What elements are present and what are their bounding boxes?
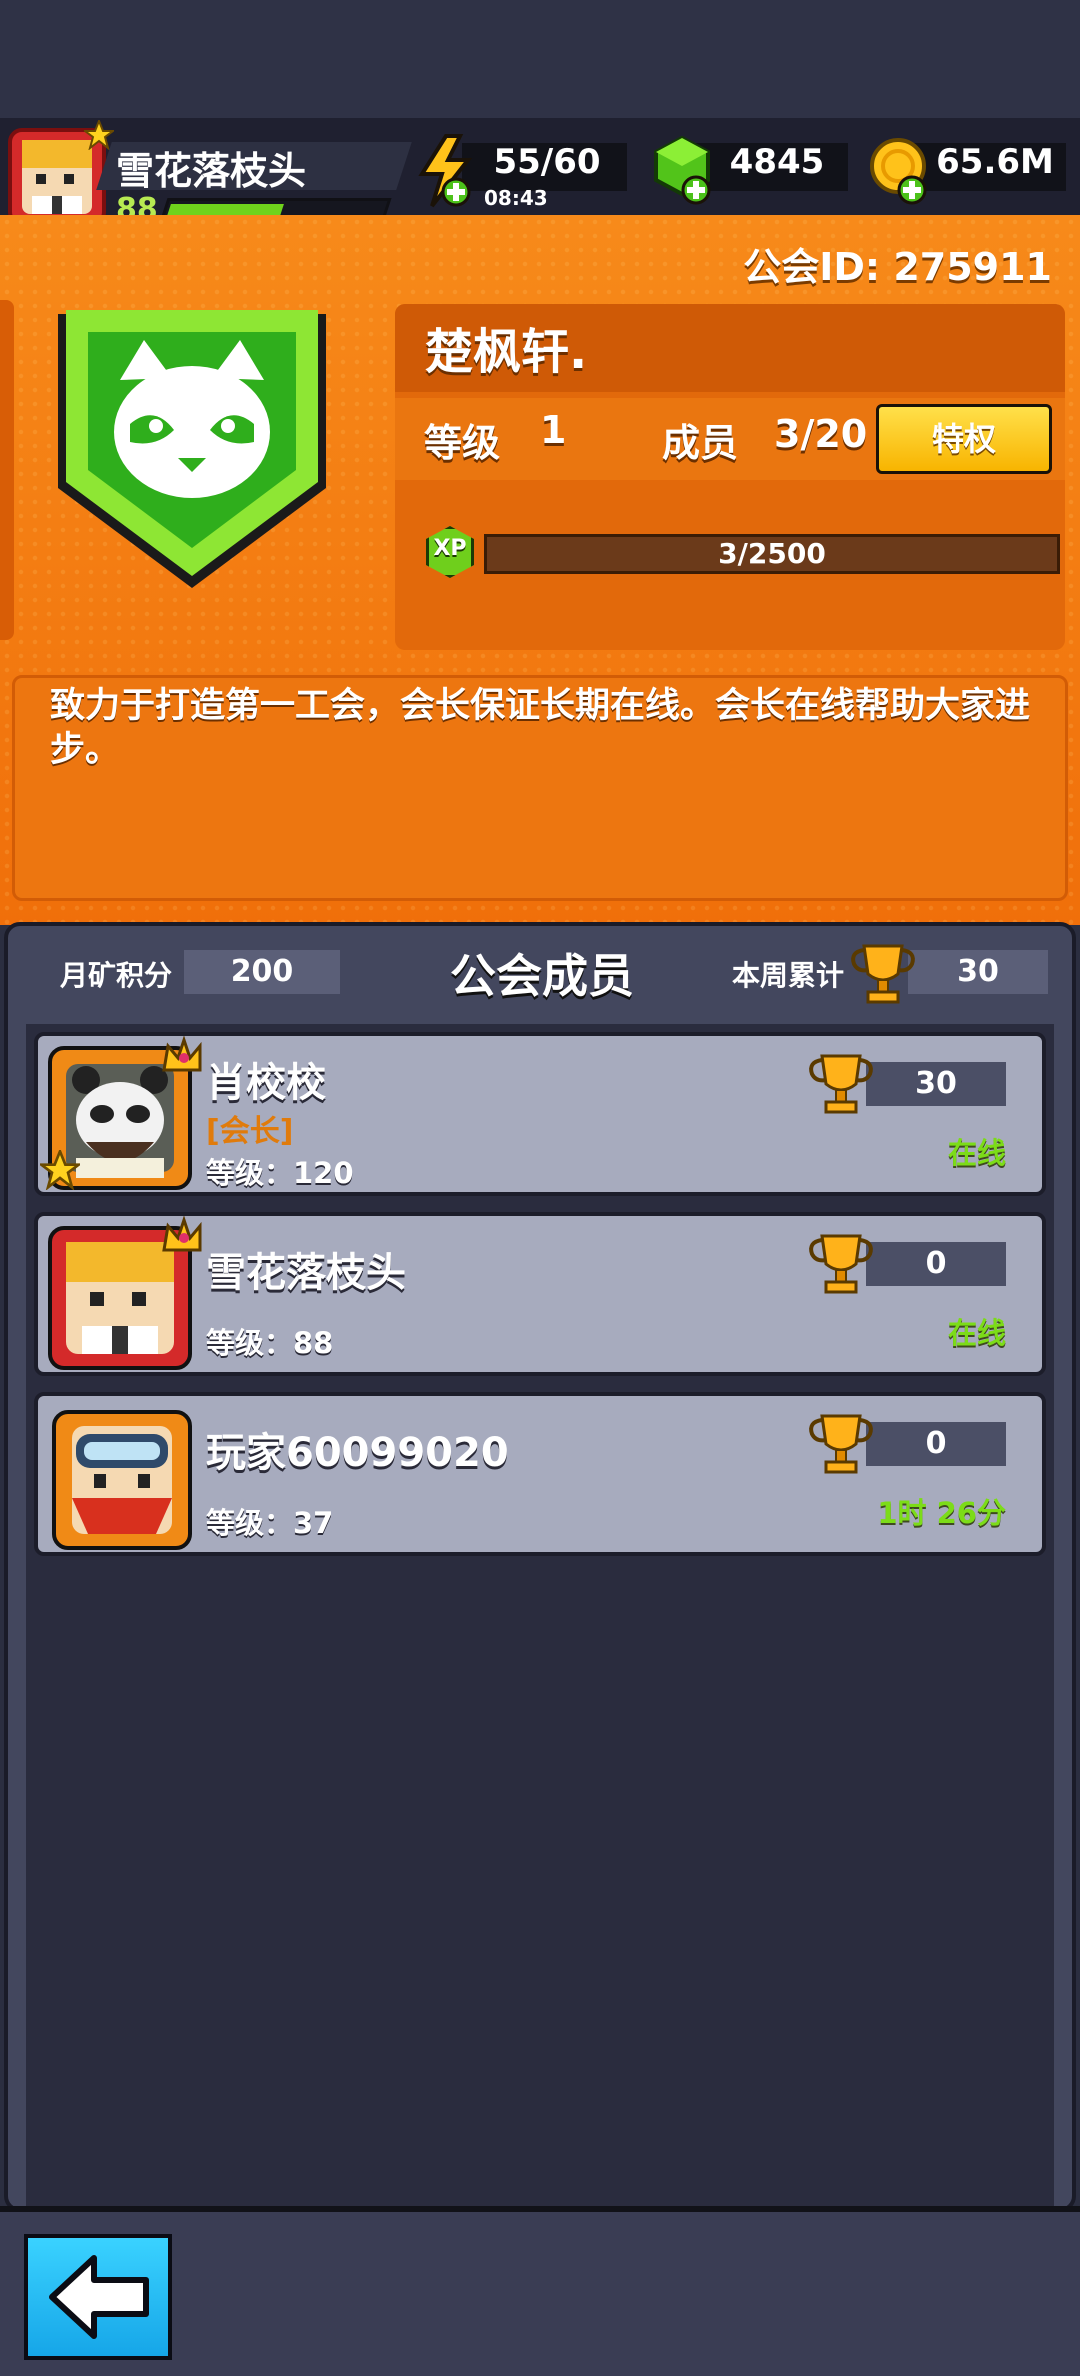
trophy-icon — [809, 1054, 873, 1114]
member-level: 等级：88 — [206, 1326, 334, 1360]
member-level: 等级：37 — [206, 1506, 334, 1540]
members-title: 公会成员 — [450, 949, 634, 1003]
energy-value: 55/60 — [493, 142, 601, 182]
energy-timer: 08:43 — [484, 186, 548, 210]
trophy-icon — [809, 1414, 873, 1474]
guild-members-value: 3/20 — [774, 412, 868, 456]
back-button[interactable] — [24, 2234, 172, 2360]
back-arrow-icon — [49, 2255, 149, 2339]
side-tab — [0, 300, 14, 640]
guild-level-label: 等级 — [424, 421, 501, 465]
weekly-total-label: 本周累计 — [732, 959, 845, 992]
lightning-icon[interactable] — [416, 134, 480, 208]
member-score: 30 — [866, 1062, 1006, 1106]
status-bar-area — [0, 0, 1080, 118]
member-status: 在线 — [947, 1136, 1006, 1170]
crown-icon — [162, 1216, 202, 1252]
monthly-points-label: 月矿积分 — [60, 959, 173, 992]
member-role: [会长] — [206, 1114, 294, 1149]
star-icon — [40, 1150, 80, 1190]
crown-icon — [162, 1036, 202, 1072]
trophy-icon — [809, 1234, 873, 1294]
player-name: 雪花落枝头 — [116, 149, 307, 193]
coins-value: 65.6M — [936, 142, 1054, 182]
member-score: 0 — [866, 1242, 1006, 1286]
member-name: 玩家60099020 — [206, 1430, 509, 1476]
guild-members-label: 成员 — [662, 421, 739, 465]
monthly-points-value: 200 — [184, 950, 340, 994]
guild-id: 公会ID: 275911 — [743, 245, 1052, 289]
privilege-button[interactable]: 特权 — [876, 404, 1052, 474]
panda-emblem-icon[interactable] — [44, 292, 340, 600]
trophy-icon — [851, 944, 915, 1004]
guild-description: 致力于打造第一工会，会长保证长期在线。会长在线帮助大家进步。 — [50, 686, 1031, 770]
members-list — [26, 1024, 1054, 2214]
gems-value: 4845 — [729, 142, 825, 182]
member-name: 肖校校 — [206, 1060, 326, 1106]
member-avatar[interactable] — [52, 1410, 192, 1550]
guild-xp-bar: 3/2500 — [484, 534, 1060, 574]
ninja-portrait-icon — [72, 1426, 172, 1534]
gem-icon[interactable] — [652, 136, 718, 206]
member-level: 等级：120 — [206, 1156, 354, 1190]
member-status: 1时 26分 — [877, 1496, 1006, 1530]
coin-icon[interactable] — [868, 136, 934, 206]
xp-label: XP — [433, 536, 467, 561]
guild-level-value: 1 — [540, 408, 567, 452]
member-name: 雪花落枝头 — [206, 1250, 406, 1296]
weekly-total-value: 30 — [908, 950, 1048, 994]
member-status: 在线 — [947, 1316, 1006, 1350]
guild-name: 楚枫轩. — [425, 324, 588, 380]
member-score: 0 — [866, 1422, 1006, 1466]
